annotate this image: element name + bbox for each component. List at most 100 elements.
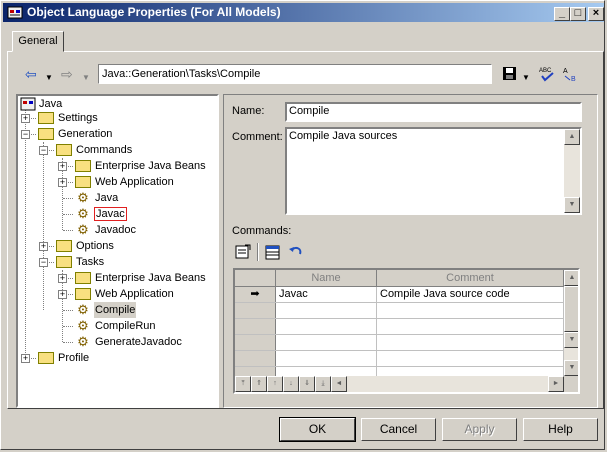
dialog-window: Object Language Properties (For All Mode… [0, 0, 605, 450]
save-icon[interactable] [501, 65, 519, 83]
undo-icon[interactable] [287, 243, 305, 261]
tree-label: Tasks [76, 256, 105, 268]
path-field: Java::Generation\Tasks\Compile [98, 64, 492, 84]
table-row[interactable] [235, 335, 578, 351]
ok-button[interactable]: OK [279, 417, 356, 442]
comment-text: Compile Java sources [289, 130, 398, 142]
scroll-thumb[interactable] [564, 286, 578, 332]
add-rows-icon[interactable] [263, 243, 281, 261]
horizontal-scroll-track[interactable] [347, 376, 548, 392]
expand-icon[interactable]: + [39, 242, 48, 251]
current-row-arrow-icon[interactable]: ➡ [235, 287, 276, 302]
apply-button[interactable]: Apply [442, 418, 517, 441]
cell-name[interactable]: Javac [276, 287, 377, 302]
move-down-icon[interactable]: ↓ [283, 376, 299, 392]
scroll-up-icon[interactable]: ▲ [564, 129, 580, 145]
comment-textarea[interactable]: Compile Java sources [285, 127, 582, 215]
tree-label: CompileRun [95, 320, 156, 332]
toolbar-separator [257, 243, 259, 261]
commands-grid[interactable]: Name Comment ➡ Javac Compile Java source… [233, 268, 580, 394]
minimize-button[interactable]: _ [554, 7, 570, 21]
grid-corner [235, 270, 276, 287]
back-dropdown-icon[interactable]: ▼ [45, 71, 53, 87]
scroll-right-icon[interactable]: ► [548, 376, 564, 392]
folder-open-icon [56, 256, 72, 268]
move-up-icon[interactable]: ↑ [267, 376, 283, 392]
comment-scrollbar[interactable]: ▲ ▼ [564, 129, 580, 213]
scroll-down-icon[interactable]: ▼ [564, 332, 578, 348]
row-header[interactable] [235, 351, 276, 366]
folder-icon [75, 288, 91, 300]
table-row[interactable]: ➡ Javac Compile Java source code [235, 287, 578, 303]
close-button[interactable]: × [588, 7, 604, 21]
cell-comment[interactable] [377, 351, 564, 366]
cell-name[interactable] [276, 303, 377, 318]
commands-label: Commands: [232, 225, 292, 237]
window-title: Object Language Properties (For All Mode… [27, 5, 281, 19]
folder-icon [75, 272, 91, 284]
folder-icon [56, 240, 72, 252]
row-header[interactable] [235, 335, 276, 350]
tree-label: Javac [94, 207, 127, 221]
spellcheck-icon[interactable]: ABC [538, 65, 556, 83]
move-bottom-icon[interactable]: ⤓ [315, 376, 331, 392]
row-header[interactable] [235, 319, 276, 334]
forward-dropdown-icon[interactable]: ▼ [82, 71, 90, 87]
expand-icon[interactable]: + [21, 114, 30, 123]
expand-icon[interactable]: + [21, 354, 30, 363]
cell-name[interactable] [276, 319, 377, 334]
tree-label: Commands [76, 144, 133, 156]
cell-name[interactable] [276, 351, 377, 366]
tree-label: Javadoc [95, 224, 136, 236]
gear-icon: ⚙ [77, 302, 89, 317]
folder-open-icon [56, 144, 72, 156]
tree-label: GenerateJavadoc [95, 336, 182, 348]
collapse-icon[interactable]: − [39, 146, 48, 155]
save-dropdown-icon[interactable]: ▼ [522, 71, 530, 87]
move-page-down-icon[interactable]: ⇓ [299, 376, 315, 392]
cancel-button[interactable]: Cancel [361, 418, 436, 441]
table-row[interactable] [235, 319, 578, 335]
cell-name[interactable] [276, 335, 377, 350]
column-header-comment[interactable]: Comment [377, 270, 564, 287]
cell-comment[interactable] [377, 303, 564, 318]
scroll-down-icon[interactable]: ▼ [564, 360, 578, 376]
expand-icon[interactable]: + [58, 290, 67, 299]
help-button[interactable]: Help [523, 418, 598, 441]
tree-label: Options [76, 240, 114, 252]
category-tree[interactable]: Java + Settings − Generation − Commands … [16, 94, 219, 408]
expand-icon[interactable]: + [58, 274, 67, 283]
scroll-down-icon[interactable]: ▼ [564, 197, 580, 213]
gear-icon: ⚙ [77, 334, 89, 349]
collapse-icon[interactable]: − [39, 258, 48, 267]
tree-label: Enterprise Java Beans [95, 160, 206, 172]
expand-icon[interactable]: + [58, 178, 67, 187]
tree-label: Enterprise Java Beans [95, 272, 206, 284]
scroll-up-icon[interactable]: ▲ [564, 270, 578, 286]
scroll-left-icon[interactable]: ◄ [331, 376, 347, 392]
maximize-button[interactable]: □ [570, 7, 586, 21]
forward-icon[interactable]: ⇨ [61, 67, 73, 83]
cell-comment[interactable] [377, 319, 564, 334]
expand-icon[interactable]: + [58, 162, 67, 171]
find-replace-icon[interactable]: A B [562, 65, 580, 83]
tab-general[interactable]: General [12, 31, 64, 52]
app-icon [7, 6, 23, 19]
name-input[interactable]: Compile [285, 102, 582, 122]
properties-icon[interactable] [234, 243, 252, 261]
app-icon [20, 97, 36, 111]
move-top-icon[interactable]: ⤒ [235, 376, 251, 392]
folder-icon [38, 112, 54, 124]
collapse-icon[interactable]: − [21, 130, 30, 139]
tree-label: Profile [58, 352, 90, 364]
cell-comment[interactable] [377, 335, 564, 350]
move-page-up-icon[interactable]: ⇑ [251, 376, 267, 392]
table-row[interactable] [235, 303, 578, 319]
grid-vertical-scrollbar[interactable]: ▲ ▼ ▼ [564, 270, 578, 376]
column-header-name[interactable]: Name [276, 270, 377, 287]
back-icon[interactable]: ⇦ [25, 67, 37, 83]
table-row[interactable] [235, 351, 578, 367]
cell-comment[interactable]: Compile Java source code [377, 287, 564, 302]
row-header[interactable] [235, 303, 276, 318]
svg-text:B: B [571, 76, 576, 83]
